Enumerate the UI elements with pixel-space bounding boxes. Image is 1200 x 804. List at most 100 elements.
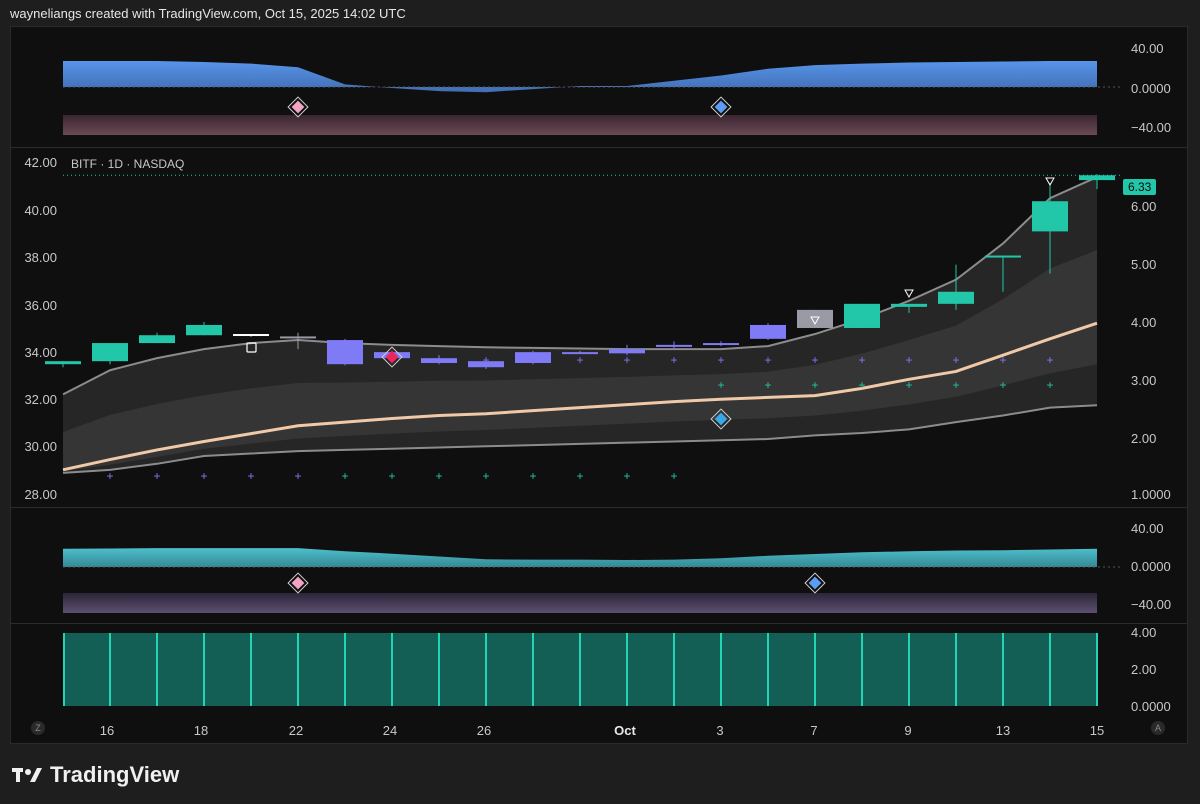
trend-marker-high: +: [670, 353, 677, 367]
zoom-button[interactable]: Z: [31, 721, 45, 735]
trend-marker-mid: +: [811, 378, 818, 392]
left-price-axis-label: 42.00: [24, 155, 57, 170]
time-axis-label: 18: [193, 723, 209, 738]
trend-marker-high: +: [435, 353, 442, 367]
candle-body: [1032, 201, 1068, 232]
candle-body: [656, 344, 692, 347]
time-axis-label: 22: [288, 723, 304, 738]
left-price-axis-label: 30.00: [24, 439, 57, 454]
time-axis-label: 7: [810, 723, 818, 738]
trend-marker-low: +: [529, 469, 536, 483]
chart-credit: wayneliangs created with TradingView.com…: [10, 6, 406, 21]
middle-oscillator-pane: [63, 548, 1121, 613]
top-osc-sell-signal: [291, 100, 305, 114]
mid-osc-axis-label: −40.00: [1131, 597, 1172, 612]
symbol-label[interactable]: BITF · 1D · NASDAQ: [71, 157, 184, 171]
trend-marker-high: +: [952, 353, 959, 367]
trend-marker-high: +: [764, 353, 771, 367]
trend-marker-low: +: [153, 469, 160, 483]
tradingview-brand-text: TradingView: [50, 762, 180, 787]
trend-marker-high: +: [717, 353, 724, 367]
top-osc-negative-band: [63, 115, 1097, 135]
trend-marker-mid: +: [905, 378, 912, 392]
candle-body: [844, 303, 880, 328]
trend-marker-low: +: [388, 469, 395, 483]
candle-body: [45, 361, 81, 365]
volume-axis-label: 0.0000: [1131, 699, 1171, 714]
time-axis-label: 16: [99, 723, 115, 738]
trend-marker-high: +: [576, 353, 583, 367]
top-osc-axis-label: 40.00: [1131, 41, 1164, 56]
trend-marker-low: +: [623, 469, 630, 483]
top-osc-axis-label: 0.0000: [1131, 81, 1171, 96]
tradingview-logo-icon: [12, 768, 42, 782]
candle-body: [92, 343, 128, 362]
trend-marker-low: +: [482, 469, 489, 483]
left-price-axis-label: 34.00: [24, 345, 57, 360]
candle-body: [139, 335, 175, 344]
trend-marker-low: +: [341, 469, 348, 483]
trend-marker-high: +: [999, 353, 1006, 367]
pane-divider[interactable]: [11, 507, 1187, 508]
right-price-axis-label: 5.00: [1131, 257, 1157, 272]
trend-marker-mid: +: [858, 378, 865, 392]
chart-canvas[interactable]: + + + + + + + + + + + + + + + + + + + + + + + + + + + + + + + + + + +: [11, 27, 1187, 743]
time-axis-label: 15: [1089, 723, 1105, 738]
time-axis-label: 24: [382, 723, 398, 738]
left-price-axis-label: 36.00: [24, 298, 57, 313]
candle-body: [891, 303, 927, 307]
mid-osc-axis-label: 40.00: [1131, 521, 1164, 536]
volume-pane: [63, 633, 1098, 706]
trend-marker-high: +: [905, 353, 912, 367]
candle-body: [280, 336, 316, 339]
trend-marker-low: +: [670, 469, 677, 483]
trend-marker-high: +: [1046, 353, 1053, 367]
mid-osc-buy-signal: [808, 576, 822, 590]
candle-body: [985, 255, 1021, 258]
time-axis-label: 3: [716, 723, 724, 738]
trend-marker-high: +: [811, 353, 818, 367]
right-price-axis-label: 6.00: [1131, 199, 1157, 214]
trend-marker-high: +: [858, 353, 865, 367]
top-osc-axis-label: −40.00: [1131, 120, 1172, 135]
trend-marker-high: +: [623, 353, 630, 367]
left-price-axis-label: 38.00: [24, 250, 57, 265]
top-oscillator-pane: [63, 61, 1121, 135]
last-price-tag: 6.33: [1123, 179, 1157, 195]
candle-body: [327, 340, 363, 365]
mid-osc-sell-signal: [291, 576, 305, 590]
time-axis-label: 9: [904, 723, 912, 738]
right-price-axis-label: 4.00: [1131, 315, 1157, 330]
mid-osc-axis-label: 0.0000: [1131, 559, 1171, 574]
left-price-axis-label: 28.00: [24, 487, 57, 502]
candle-body: [1079, 175, 1115, 181]
candle-body: [233, 334, 269, 337]
trend-marker-mid: +: [764, 378, 771, 392]
trend-marker-low: +: [435, 469, 442, 483]
right-price-axis-label: 2.00: [1131, 431, 1157, 446]
left-price-axis-label: 40.00: [24, 203, 57, 218]
right-price-axis-label: 1.0000: [1131, 487, 1171, 502]
trend-marker-low: +: [576, 469, 583, 483]
tradingview-logo[interactable]: TradingView: [12, 762, 179, 788]
candle-body: [797, 309, 833, 328]
candle-body: [750, 324, 786, 339]
trend-marker-mid: +: [999, 378, 1006, 392]
right-price-axis-label: 3.00: [1131, 373, 1157, 388]
time-axis-label: 13: [995, 723, 1011, 738]
trend-marker-high: +: [482, 353, 489, 367]
trend-marker-high: +: [529, 353, 536, 367]
time-axis-label: Oct: [614, 723, 636, 738]
down-triangle-marker: [904, 289, 914, 299]
volume-axis-label: 2.00: [1131, 662, 1157, 677]
auto-scale-button[interactable]: A: [1151, 721, 1165, 735]
mid-osc-area: [63, 548, 1097, 567]
top-osc-area: [63, 61, 1097, 93]
trend-marker-low: +: [247, 469, 254, 483]
trend-marker-mid: +: [1046, 378, 1053, 392]
time-axis-label: 26: [476, 723, 492, 738]
chart-frame[interactable]: + + + + + + + + + + + + + + + + + + + + + + + + + + + + + + + + + + + 40.0…: [10, 26, 1188, 744]
main-price-pane: + + + + + + + + + + + + + + + + + + + + + + + + + + + + + + + + + + +: [45, 174, 1121, 483]
pane-divider[interactable]: [11, 147, 1187, 148]
pane-divider[interactable]: [11, 623, 1187, 624]
